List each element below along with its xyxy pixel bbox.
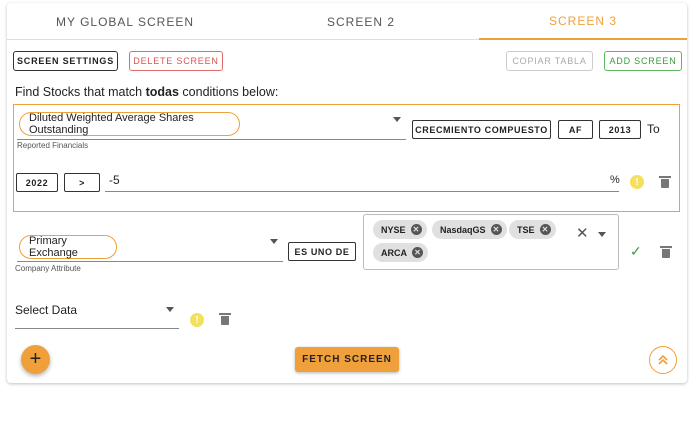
clear-all-icon[interactable]: ✕: [576, 224, 589, 242]
to-year-select[interactable]: 2022: [16, 173, 58, 192]
condition-2-field-select[interactable]: Primary Exchange: [19, 235, 117, 259]
double-chevron-up-glyph: [658, 354, 668, 365]
heading-prefix: Find Stocks that match: [15, 85, 146, 99]
delete-condition-1-icon[interactable]: [659, 176, 671, 188]
plus-icon[interactable]: +: [21, 345, 50, 374]
remove-chip-icon[interactable]: ✕: [412, 247, 423, 258]
screen-settings-button[interactable]: SCREEN SETTINGS: [13, 51, 118, 71]
condition-1-field-select[interactable]: Diluted Weighted Average Shares Outstand…: [19, 112, 240, 136]
delete-condition-3-icon[interactable]: [219, 313, 231, 325]
condition-1-field-category: Reported Financials: [17, 141, 89, 150]
chip-label: NYSE: [381, 224, 406, 235]
condition-1-field-underline: [17, 139, 406, 140]
chevron-down-icon[interactable]: [166, 307, 174, 312]
warning-icon: !: [630, 175, 644, 189]
select-data-dropdown[interactable]: Select Data: [15, 303, 77, 317]
add-screen-button[interactable]: ADD SCREEN: [604, 51, 682, 71]
remove-chip-icon[interactable]: ✕: [490, 224, 502, 235]
chevron-down-icon[interactable]: [270, 239, 278, 244]
tab-screen-3[interactable]: SCREEN 3: [479, 3, 687, 40]
unit-label: %: [610, 174, 620, 186]
confirm-check-icon[interactable]: ✓: [630, 243, 642, 260]
select-data-underline: [15, 328, 179, 329]
operator-select[interactable]: >: [64, 173, 100, 192]
heading-emphasis: todas: [145, 85, 179, 99]
value-input[interactable]: -5: [109, 173, 120, 187]
conditions-heading: Find Stocks that match todas conditions …: [15, 85, 278, 99]
condition-2-field-underline: [17, 261, 283, 262]
chip-nyse: NYSE ✕: [373, 220, 427, 239]
heading-suffix: conditions below:: [178, 85, 279, 99]
chip-arca: ARCA ✕: [373, 243, 428, 262]
tab-bar: MY GLOBAL SCREEN SCREEN 2 SCREEN 3: [7, 3, 687, 40]
to-label: To: [647, 122, 660, 136]
chip-tse: TSE ✕: [509, 220, 556, 239]
double-chevron-up-icon[interactable]: [649, 346, 677, 374]
copiar-tabla-button[interactable]: COPIAR TABLA: [506, 51, 593, 71]
screener-card: MY GLOBAL SCREEN SCREEN 2 SCREEN 3 SCREE…: [7, 3, 687, 383]
delete-condition-2-icon[interactable]: [660, 246, 672, 258]
from-year-select[interactable]: 2013: [599, 120, 641, 139]
chip-label: ARCA: [381, 247, 407, 258]
warning-icon: !: [190, 313, 204, 327]
chip-label: NasdaqGS: [440, 224, 486, 235]
condition-2-operator-select[interactable]: ES UNO DE: [288, 242, 356, 261]
value-input-underline: [105, 191, 619, 192]
remove-chip-icon[interactable]: ✕: [539, 224, 551, 235]
tab-my-global-screen[interactable]: MY GLOBAL SCREEN: [7, 3, 243, 40]
fetch-screen-button[interactable]: FETCH SCREEN: [295, 347, 399, 372]
period-select[interactable]: AF: [558, 120, 593, 139]
chip-nasdaqgs: NasdaqGS ✕: [432, 220, 507, 239]
chevron-down-icon[interactable]: [393, 117, 401, 122]
chip-label: TSE: [517, 224, 535, 235]
chevron-down-icon[interactable]: [598, 232, 606, 237]
function-select[interactable]: CRECMIENTO COMPUESTO: [412, 120, 551, 139]
tab-screen-2[interactable]: SCREEN 2: [243, 3, 479, 40]
condition-2-field-category: Company Attribute: [15, 264, 81, 273]
remove-chip-icon[interactable]: ✕: [410, 224, 422, 235]
delete-screen-button[interactable]: DELETE SCREEN: [129, 51, 223, 71]
